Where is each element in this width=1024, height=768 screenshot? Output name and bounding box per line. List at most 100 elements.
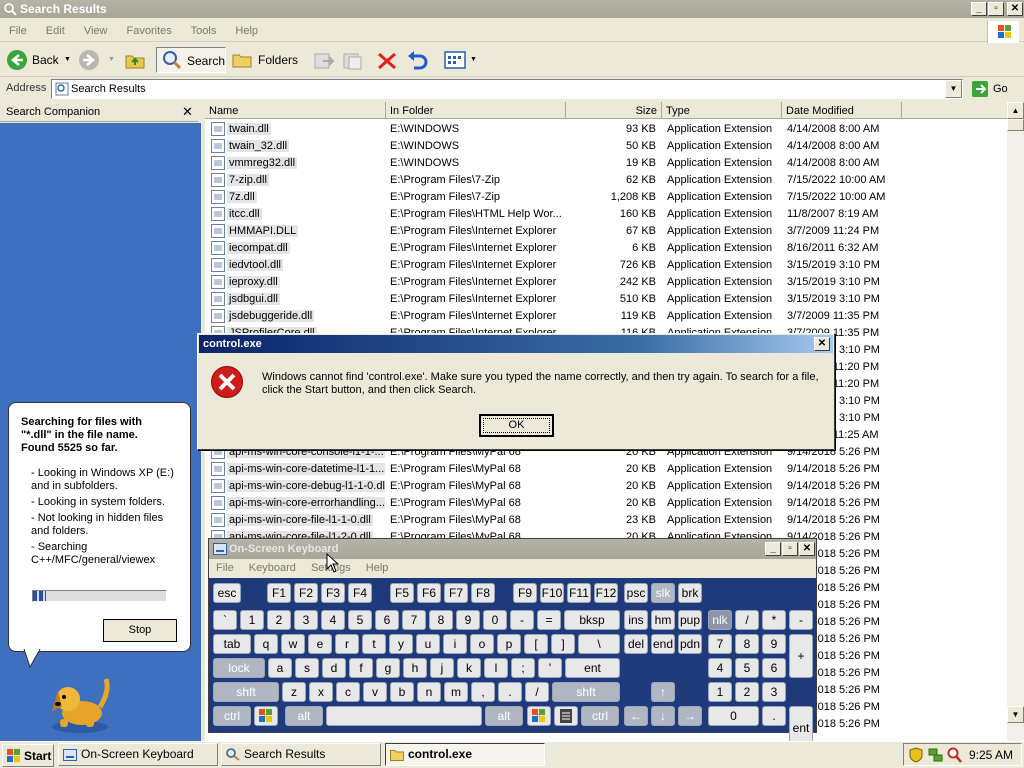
key-3-7[interactable]: j xyxy=(430,658,454,678)
menu-view[interactable]: View xyxy=(84,25,108,37)
key-2-1[interactable]: q xyxy=(254,634,278,654)
search-button[interactable]: Search xyxy=(156,47,226,73)
key-1-6[interactable]: 6 xyxy=(375,610,399,630)
key-2-5[interactable]: t xyxy=(362,634,386,654)
key-3-3[interactable]: d xyxy=(322,658,346,678)
table-row[interactable]: twain.dll E:\WINDOWS 93 KB Application Exte… xyxy=(205,121,1007,138)
alt-key[interactable]: alt xyxy=(485,706,523,726)
close-icon[interactable]: ✕ xyxy=(182,104,193,120)
key-2-20[interactable]: + xyxy=(789,634,813,678)
key-1-10[interactable]: 0 xyxy=(483,610,507,630)
key-0-2[interactable]: F2 xyxy=(294,583,318,603)
search-tray-icon[interactable] xyxy=(946,747,962,766)
windows-key-icon[interactable] xyxy=(527,706,551,726)
key-0-4[interactable]: F4 xyxy=(348,583,372,603)
back-button[interactable]: Back ▼ xyxy=(4,48,72,72)
restore-button[interactable]: ▫ xyxy=(988,2,1004,16)
context-menu-key-icon[interactable] xyxy=(554,706,578,726)
key-0-11[interactable]: F11 xyxy=(567,583,591,603)
key-1-17[interactable]: nlk xyxy=(708,610,732,630)
key-2-3[interactable]: e xyxy=(308,634,332,654)
key-2-7[interactable]: u xyxy=(416,634,440,654)
key-1-8[interactable]: 8 xyxy=(429,610,453,630)
osk-menu-keyboard[interactable]: Keyboard xyxy=(249,562,296,574)
key-0-10[interactable]: F10 xyxy=(540,583,564,603)
key-4-7[interactable]: m xyxy=(444,682,468,702)
key-1-15[interactable]: hm xyxy=(651,610,675,630)
key-0-7[interactable]: F7 xyxy=(444,583,468,603)
backspace-key[interactable]: bksp xyxy=(564,610,620,630)
table-row[interactable]: api-ms-win-core-debug-l1-1-0.dll E:\Progr… xyxy=(205,478,1007,495)
key-3-4[interactable]: f xyxy=(349,658,373,678)
table-row[interactable]: 7-zip.dll E:\Program Files\7-Zip 62 KB Appl… xyxy=(205,172,1007,189)
table-row[interactable]: jsdebuggeride.dll E:\Program Files\Intern… xyxy=(205,308,1007,325)
table-row[interactable]: iecompat.dll E:\Program Files\Internet Ex… xyxy=(205,240,1007,257)
taskbar-item-search-results[interactable]: Search Results xyxy=(221,743,381,766)
copy-to-icon[interactable] xyxy=(342,51,364,74)
key-1-7[interactable]: 7 xyxy=(402,610,426,630)
shift-key[interactable]: shft xyxy=(552,682,620,702)
key-1-11[interactable]: - xyxy=(510,610,534,630)
key-4-13[interactable]: 1 xyxy=(708,682,732,702)
scroll-up-button[interactable]: ▲ xyxy=(1007,102,1024,119)
views-button[interactable]: ▼ xyxy=(442,48,480,72)
ctrl-key[interactable]: ctrl xyxy=(213,706,251,726)
key-4-14[interactable]: 2 xyxy=(735,682,759,702)
key-2-17[interactable]: 7 xyxy=(708,634,732,654)
menu-file[interactable]: File xyxy=(9,25,27,37)
key-3-6[interactable]: h xyxy=(403,658,427,678)
column-date-modified[interactable]: Date Modified xyxy=(782,102,902,119)
table-row[interactable]: ieproxy.dll E:\Program Files\Internet Exp… xyxy=(205,274,1007,291)
table-row[interactable]: iedvtool.dll E:\Program Files\Internet Ex… xyxy=(205,257,1007,274)
ctrl-key[interactable]: ctrl xyxy=(581,706,619,726)
key-4-1[interactable]: z xyxy=(282,682,306,702)
taskbar-item-control-exe[interactable]: control.exe xyxy=(385,743,545,766)
table-row[interactable]: api-ms-win-core-datetime-l1-1... E:\Progr… xyxy=(205,461,1007,478)
dialog-close-button[interactable]: ✕ xyxy=(814,337,830,351)
key-3-15[interactable]: 6 xyxy=(762,658,786,678)
table-row[interactable]: api-ms-win-core-file-l1-1-0.dll E:\Progra… xyxy=(205,512,1007,529)
menu-help[interactable]: Help xyxy=(235,25,258,37)
key-5-7[interactable]: 0 xyxy=(708,706,759,726)
key-5-6[interactable]: → xyxy=(678,706,702,726)
key-0-6[interactable]: F6 xyxy=(417,583,441,603)
key-0-12[interactable]: F12 xyxy=(594,583,618,603)
key-1-16[interactable]: pup xyxy=(678,610,702,630)
up-folder-icon[interactable] xyxy=(124,50,146,73)
table-row[interactable]: twain_32.dll E:\WINDOWS 50 KB Application E… xyxy=(205,138,1007,155)
shift-key[interactable]: shft xyxy=(213,682,279,702)
key-0-13[interactable]: psc xyxy=(624,583,648,603)
key-0-15[interactable]: brk xyxy=(678,583,702,603)
key-5-5[interactable]: ↓ xyxy=(651,706,675,726)
key-4-5[interactable]: b xyxy=(390,682,414,702)
scroll-thumb[interactable] xyxy=(1007,119,1024,131)
key-3-9[interactable]: l xyxy=(484,658,508,678)
key-1-19[interactable]: * xyxy=(762,610,786,630)
column-name[interactable]: Name xyxy=(205,102,386,119)
key-3-14[interactable]: 5 xyxy=(735,658,759,678)
column-in-folder[interactable]: In Folder xyxy=(386,102,566,119)
key-3-8[interactable]: k xyxy=(457,658,481,678)
key-4-4[interactable]: v xyxy=(363,682,387,702)
table-row[interactable]: HMMAPI.DLL E:\Program Files\Internet Expl… xyxy=(205,223,1007,240)
stop-button[interactable]: Stop xyxy=(103,619,177,642)
key-0-1[interactable]: F1 xyxy=(267,583,291,603)
key-2-4[interactable]: r xyxy=(335,634,359,654)
key-3-5[interactable]: g xyxy=(376,658,400,678)
key-2-8[interactable]: i xyxy=(443,634,467,654)
address-dropdown-button[interactable]: ▼ xyxy=(945,80,962,98)
network-icon[interactable] xyxy=(928,747,944,766)
key-2-13[interactable]: \ xyxy=(578,634,620,654)
ok-button[interactable]: OK xyxy=(479,414,554,437)
column-size[interactable]: Size xyxy=(566,102,662,119)
key-4-15[interactable]: 3 xyxy=(762,682,786,702)
forward-button[interactable]: ▼ xyxy=(78,48,116,72)
undo-icon[interactable] xyxy=(406,50,430,75)
key-2-12[interactable]: ] xyxy=(551,634,575,654)
key-2-6[interactable]: y xyxy=(389,634,413,654)
key-1-9[interactable]: 9 xyxy=(456,610,480,630)
key-2-18[interactable]: 8 xyxy=(735,634,759,654)
minimize-button[interactable]: _ xyxy=(971,2,987,16)
key-2-2[interactable]: w xyxy=(281,634,305,654)
key-0-8[interactable]: F8 xyxy=(471,583,495,603)
